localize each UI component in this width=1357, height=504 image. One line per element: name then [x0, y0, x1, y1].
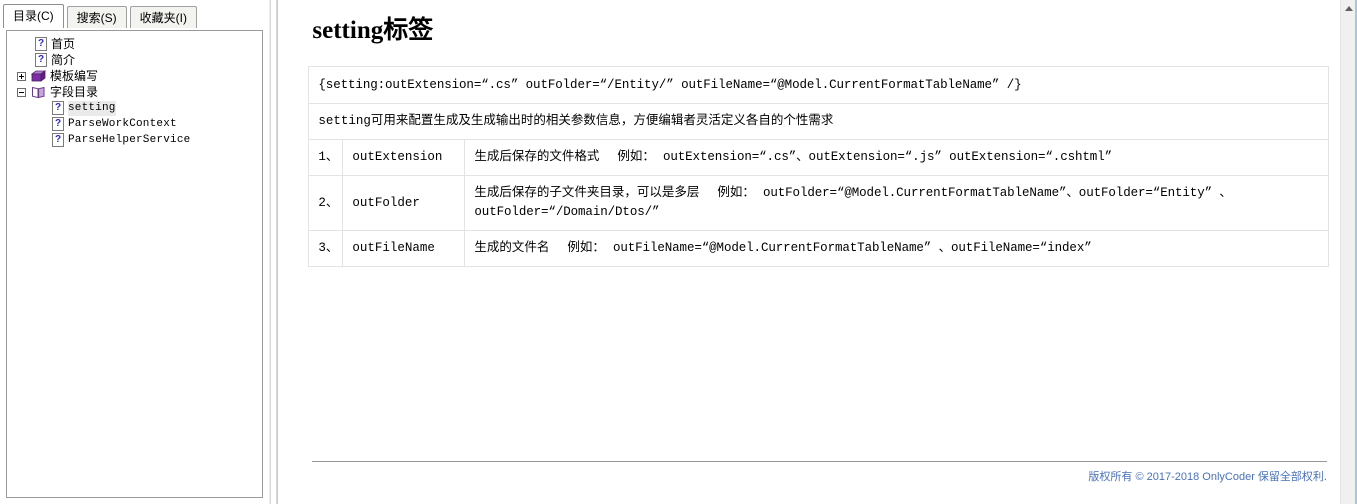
- param-desc: 生成后保存的子文件夹目录，可以是多层: [474, 186, 700, 200]
- tab-contents[interactable]: 目录(C): [3, 4, 64, 28]
- table-row-syntax: {setting:outExtension=“.cs” outFolder=“/…: [308, 66, 1330, 104]
- param-index: 2、: [308, 175, 344, 231]
- param-example-label: 例如：: [567, 241, 605, 255]
- param-index: 3、: [308, 230, 344, 267]
- tree-item-label: ParseWorkContext: [68, 117, 177, 130]
- book-open-icon: [31, 86, 46, 99]
- tree-item-parseworkcontext[interactable]: ParseWorkContext: [7, 116, 262, 132]
- param-example: outFileName=“@Model.CurrentFormatTableNa…: [612, 241, 1092, 255]
- param-example-label: 例如：: [717, 186, 755, 200]
- page-question-icon: [52, 101, 64, 115]
- table-row: 2、 outFolder 生成后保存的子文件夹目录，可以是多层 例如： outFol…: [308, 175, 1330, 231]
- param-detail: 生成后保存的子文件夹目录，可以是多层 例如： outFolder=“@Model.C…: [464, 175, 1330, 231]
- tree-item-label: setting: [68, 100, 116, 116]
- contents-tree: 首页 简介 模板编: [7, 31, 262, 148]
- page-question-icon: [52, 117, 64, 131]
- setting-parameters-table: {setting:outExtension=“.cs” outFolder=“/…: [308, 66, 1330, 267]
- collapse-minus-icon[interactable]: [17, 87, 26, 97]
- tab-contents-label: 目录(C): [13, 9, 54, 23]
- tree-item-field-directory[interactable]: 字段目录: [7, 84, 262, 100]
- param-detail: 生成后保存的文件格式 例如： outExtension=“.cs”、outExten…: [464, 139, 1330, 176]
- page-question-icon: [52, 133, 64, 147]
- tree-item-template-writing[interactable]: 模板编写: [7, 68, 262, 84]
- page-question-icon: [35, 37, 47, 51]
- tree-item-label: 简介: [51, 52, 76, 67]
- tree-item-label: 字段目录: [50, 84, 99, 99]
- tab-search[interactable]: 搜索(S): [66, 6, 127, 28]
- footer-divider: [312, 461, 1327, 462]
- tree-item-intro[interactable]: 简介: [7, 52, 262, 68]
- document-body: setting标签 {setting:outExtension=“.cs” ou…: [278, 0, 1357, 504]
- tree-item-setting[interactable]: setting: [7, 100, 262, 116]
- expand-plus-icon[interactable]: [17, 71, 26, 81]
- tree-item-parsehelperservice[interactable]: ParseHelperService: [7, 132, 262, 148]
- page-title: setting标签: [312, 17, 434, 44]
- param-name: outExtension: [342, 139, 466, 176]
- table-row: 3、 outFileName 生成的文件名 例如： outFileName=“@Mo…: [308, 230, 1330, 267]
- param-name: outFileName: [342, 230, 466, 267]
- scroll-up-arrow-icon: [1345, 6, 1353, 11]
- param-desc: 生成的文件名: [474, 241, 550, 255]
- tab-favorites[interactable]: 收藏夹(I): [129, 6, 197, 28]
- navigation-tabstrip: 目录(C) 搜索(S) 收藏夹(I): [0, 0, 270, 28]
- tree-item-label: 首页: [51, 36, 76, 51]
- param-example-label: 例如：: [617, 150, 655, 164]
- table-row-description: setting可用来配置生成及生成输出时的相关参数信息，方便编辑者灵活定义各自的…: [308, 103, 1330, 140]
- copyright-text: 版权所有 © 2017-2018 OnlyCoder 保留全部权利.: [1088, 471, 1327, 483]
- tree-item-label: 模板编写: [50, 68, 99, 83]
- param-example: outExtension=“.cs”、outExtension=“.js” ou…: [662, 150, 1113, 164]
- book-purple-icon: [30, 69, 47, 83]
- tree-item-label: ParseHelperService: [68, 133, 191, 146]
- param-desc: 生成后保存的文件格式: [474, 150, 600, 164]
- pane-splitter[interactable]: [270, 0, 278, 504]
- content-pane: setting标签 {setting:outExtension=“.cs” ou…: [277, 0, 1357, 504]
- param-detail: 生成的文件名 例如： outFileName=“@Model.CurrentForm…: [464, 230, 1330, 267]
- tab-search-label: 搜索(S): [76, 11, 117, 25]
- table-row: 1、 outExtension 生成后保存的文件格式 例如： outExtensio…: [308, 139, 1330, 176]
- param-name: outFolder: [342, 175, 466, 231]
- description-text: setting可用来配置生成及生成输出时的相关参数信息，方便编辑者灵活定义各自的…: [308, 103, 1330, 140]
- param-index: 1、: [308, 139, 344, 176]
- contents-tree-frame: 首页 简介 模板编: [6, 30, 264, 498]
- syntax-code: {setting:outExtension=“.cs” outFolder=“/…: [308, 66, 1330, 104]
- tree-item-home[interactable]: 首页: [7, 36, 262, 52]
- page-question-icon: [35, 53, 47, 67]
- tab-favorites-label: 收藏夹(I): [139, 11, 187, 25]
- help-viewer-window: 目录(C) 搜索(S) 收藏夹(I) 首页 简介: [0, 0, 1357, 504]
- navigation-pane: 目录(C) 搜索(S) 收藏夹(I) 首页 简介: [0, 0, 271, 504]
